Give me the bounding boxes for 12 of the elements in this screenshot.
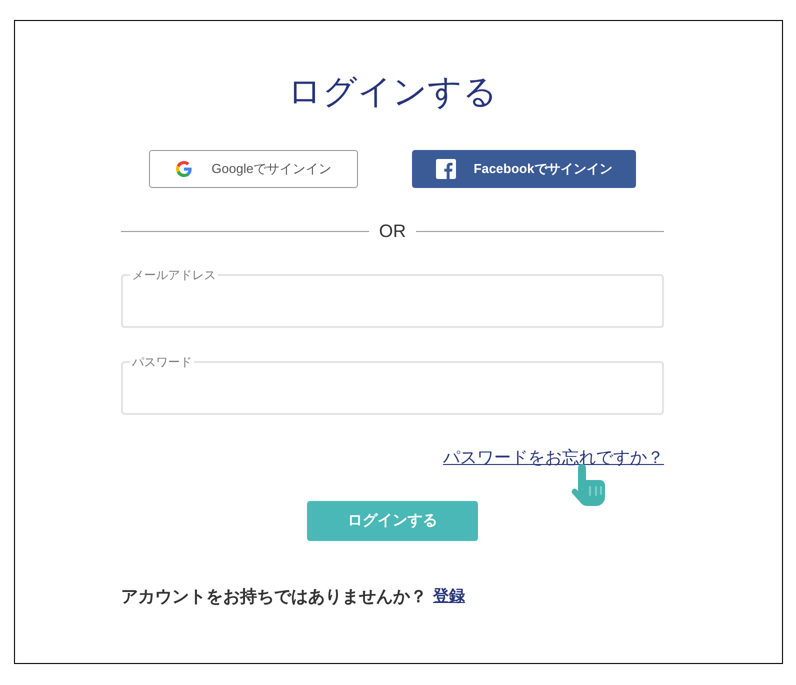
facebook-signin-button[interactable]: Facebookでサインイン <box>412 150 636 188</box>
google-logo-icon <box>176 161 192 177</box>
field-label: メールアドレス <box>130 268 218 282</box>
divider-label: OR <box>379 220 406 243</box>
facebook-logo-icon <box>436 159 456 179</box>
signup-prompt: アカウントをお持ちではありませんか？ <box>121 586 427 608</box>
page-title: ログインする <box>286 72 498 112</box>
field-label: パスワード <box>130 355 194 369</box>
hand-pointer-icon <box>571 464 605 506</box>
forgot-password-link[interactable]: パスワードをお忘れですか？ <box>443 447 664 469</box>
signup-link[interactable]: 登録 <box>433 586 465 608</box>
google-signin-button[interactable]: Googleでサインイン <box>149 150 358 188</box>
